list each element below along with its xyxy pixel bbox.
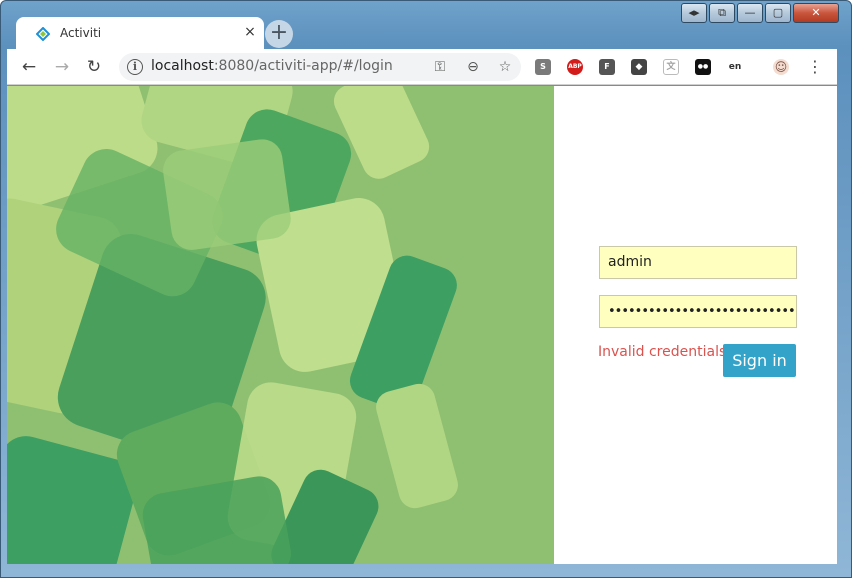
page-viewport: admin •••••••••••••••••••••••••••••••• I… xyxy=(7,86,837,564)
sign-in-button[interactable]: Sign in xyxy=(723,344,796,377)
new-tab-button[interactable]: + xyxy=(265,20,293,48)
tab-close-icon[interactable]: × xyxy=(242,24,258,40)
tampermonkey-icon[interactable]: ●● xyxy=(695,59,711,75)
avatar-extension-icon[interactable]: ☺ xyxy=(773,59,789,75)
diamond-extension-icon[interactable]: ◆ xyxy=(631,59,647,75)
tab-title: Activiti xyxy=(60,26,102,40)
url-text[interactable]: localhost:8080/activiti-app/#/login xyxy=(151,58,393,74)
url-path: :8080/activiti-app/#/login xyxy=(213,58,393,74)
english-extension-icon[interactable]: en xyxy=(727,59,743,75)
browser-frame: Activiti × + ← → ↻ i localhost:8080/acti… xyxy=(7,15,837,565)
key-icon[interactable]: ⚿ xyxy=(431,58,449,76)
hero-graphic xyxy=(7,86,554,564)
forward-button[interactable]: → xyxy=(52,57,72,77)
back-button[interactable]: ← xyxy=(19,57,39,77)
url-host: localhost xyxy=(151,58,214,74)
password-field[interactable]: •••••••••••••••••••••••••••••••• xyxy=(599,295,797,328)
hero-pattern-image xyxy=(7,86,554,564)
adblock-plus-icon[interactable]: ABP xyxy=(567,59,583,75)
reload-button[interactable]: ↻ xyxy=(84,57,104,77)
f-extension-icon[interactable]: F xyxy=(599,59,615,75)
tab-strip: Activiti × + xyxy=(7,15,837,49)
bookmark-star-icon[interactable]: ☆ xyxy=(496,58,514,76)
address-bar[interactable]: i localhost:8080/activiti-app/#/login ⚿ … xyxy=(119,53,521,81)
tab-activiti[interactable]: Activiti × xyxy=(16,17,264,49)
username-field[interactable]: admin xyxy=(599,246,797,279)
site-info-icon[interactable]: i xyxy=(127,59,143,75)
browser-menu-icon[interactable]: ⋮ xyxy=(807,57,823,77)
login-panel: admin •••••••••••••••••••••••••••••••• I… xyxy=(554,86,837,564)
activiti-logo-icon xyxy=(36,27,50,41)
browser-window: ◂▸ ⧉ — ▢ ✕ Activiti × + ← → ↻ i localhos… xyxy=(0,0,852,578)
zoom-icon[interactable]: ⊖ xyxy=(464,58,482,76)
browser-toolbar: ← → ↻ i localhost:8080/activiti-app/#/lo… xyxy=(7,49,837,85)
translate-extension-icon[interactable]: 文 xyxy=(663,59,679,75)
login-error-message: Invalid credentials xyxy=(598,344,727,360)
s-extension-icon[interactable]: S xyxy=(535,59,551,75)
